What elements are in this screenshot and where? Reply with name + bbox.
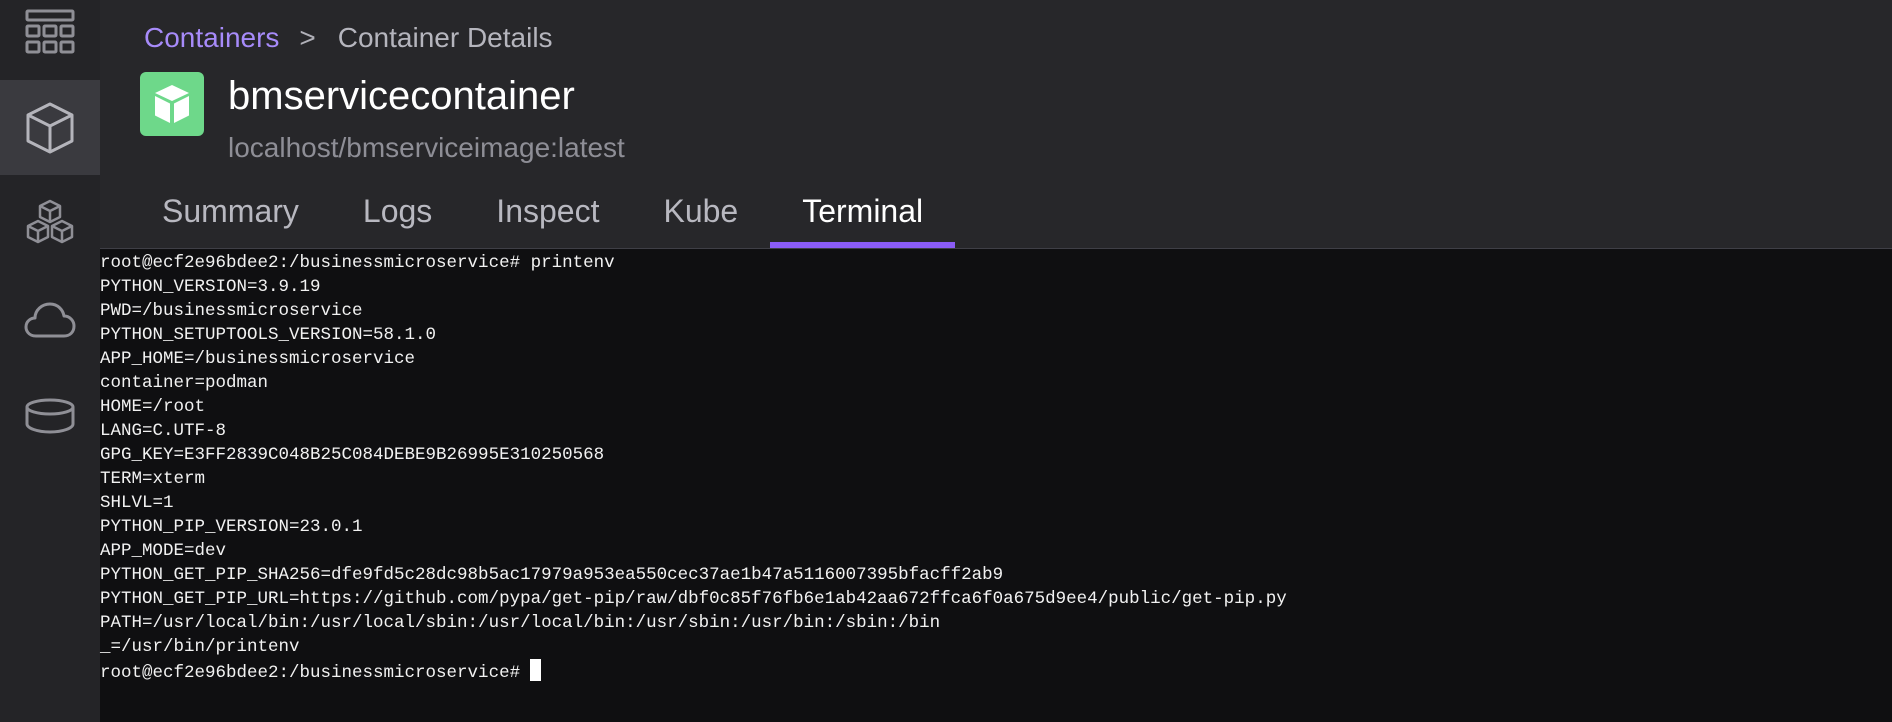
dashboard-icon [25,9,75,53]
terminal-line: SHLVL=1 [100,493,174,513]
terminal-line: PYTHON_VERSION=3.9.19 [100,277,321,297]
terminal-line: PYTHON_PIP_VERSION=23.0.1 [100,517,363,537]
sidebar-item-pods[interactable] [0,175,100,270]
breadcrumb-current: Container Details [337,22,553,53]
page-title: bmservicecontainer [228,74,575,118]
terminal-line: container=podman [100,373,269,393]
terminal-prompt: root@ecf2e96bdee2:/businessmicroservice# [100,663,521,683]
container-image-name: localhost/bmserviceimage:latest [228,132,625,163]
terminal-line: PYTHON_GET_PIP_SHA256=dfe9fd5c28dc98b5ac… [100,565,1004,585]
terminal-line: HOME=/root [100,397,206,417]
container-status-icon [140,72,204,136]
sidebar-item-containers[interactable] [0,80,100,175]
sidebar [0,0,100,722]
terminal-line: root@ecf2e96bdee2:/businessmicroservice#… [100,253,615,273]
cube-icon [155,85,189,123]
volume-icon [25,398,75,434]
terminal-line: APP_HOME=/businessmicroservice [100,349,416,369]
app-window: Containers > Container Details bmservice… [0,0,1892,722]
tab-logs[interactable]: Logs [331,185,464,248]
terminal-line: APP_MODE=dev [100,541,227,561]
tab-bar: Summary Logs Inspect Kube Terminal [130,185,956,248]
terminal-prompt-line[interactable]: root@ecf2e96bdee2:/businessmicroservice# [100,659,1892,683]
breadcrumb-containers-link[interactable]: Containers [144,22,279,54]
terminal-line: LANG=C.UTF-8 [100,421,227,441]
tab-inspect[interactable]: Inspect [464,185,631,248]
terminal-line: PATH=/usr/local/bin:/usr/local/sbin:/usr… [100,613,941,633]
pods-icon [26,199,74,243]
terminal-line: PWD=/businessmicroservice [100,301,363,321]
tab-terminal[interactable]: Terminal [770,185,956,248]
cloud-icon [24,302,76,337]
container-cube-icon [26,102,74,153]
sidebar-item-dashboard[interactable] [0,0,100,79]
terminal-line: PYTHON_GET_PIP_URL=https://github.com/py… [100,589,1287,609]
tab-kube[interactable]: Kube [631,185,770,248]
sidebar-item-cloud[interactable] [0,272,100,367]
breadcrumb-separator: > [299,22,316,53]
breadcrumb: Containers > Container Details [144,22,553,54]
terminal-cursor [530,659,542,681]
sidebar-item-volumes[interactable] [0,368,100,463]
terminal-line: GPG_KEY=E3FF2839C048B25C084DEBE9B26995E3… [100,445,605,465]
terminal-line: PYTHON_SETUPTOOLS_VERSION=58.1.0 [100,325,437,345]
page-header: Containers > Container Details bmservice… [100,0,1892,249]
terminal-line: TERM=xterm [100,469,206,489]
terminal[interactable]: root@ecf2e96bdee2:/businessmicroservice#… [100,249,1892,722]
tab-summary[interactable]: Summary [130,185,331,248]
terminal-line: _=/usr/bin/printenv [100,637,300,657]
